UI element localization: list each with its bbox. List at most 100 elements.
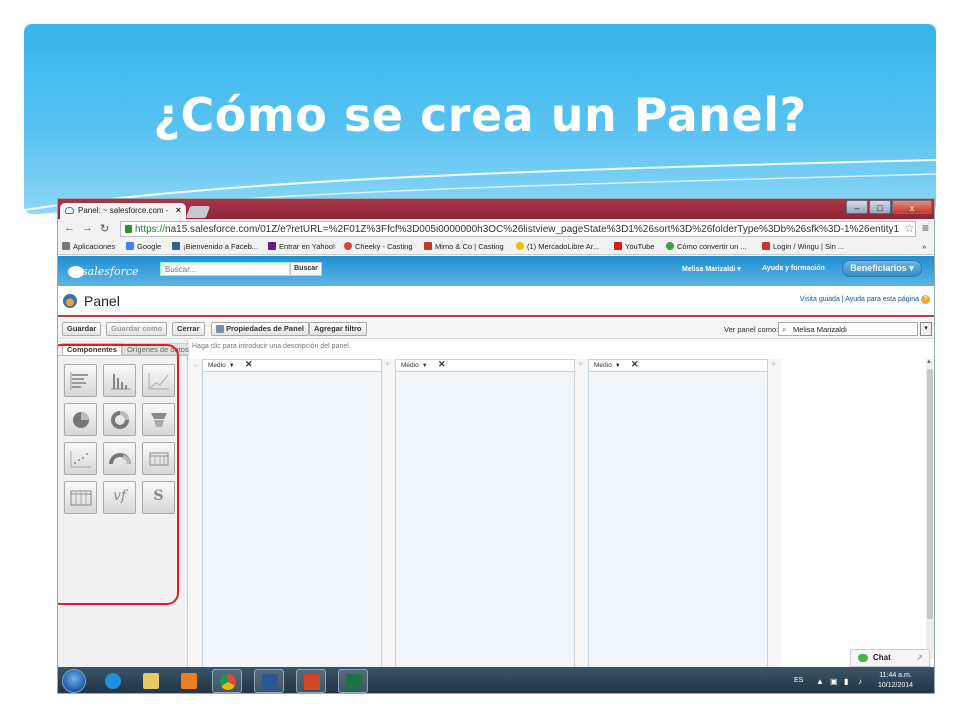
funnel-chart-tile[interactable] — [142, 403, 175, 436]
table-tile[interactable] — [64, 481, 97, 514]
help-training-link[interactable]: Ayuda y formación — [762, 265, 825, 272]
scroll-up-icon[interactable]: ▲ — [926, 359, 932, 365]
bookmark-item[interactable]: Aplicaciones — [62, 242, 115, 251]
chat-widget[interactable]: Chat ↗ — [850, 649, 930, 667]
taskbar-app-excel[interactable] — [338, 669, 368, 693]
taskbar-app-word[interactable] — [254, 669, 284, 693]
remove-column-icon[interactable]: ✕ — [245, 359, 253, 370]
caret-down-icon[interactable]: ▼ — [229, 363, 235, 369]
bookmark-item[interactable]: YouTube — [614, 242, 654, 251]
search-button[interactable]: Buscar — [290, 262, 322, 276]
flag-icon[interactable]: ▣ — [830, 677, 838, 686]
save-button[interactable]: Guardar — [62, 322, 102, 336]
close-window-button[interactable]: x — [892, 200, 932, 214]
network-icon[interactable]: ▮ — [844, 677, 848, 686]
page-help-links[interactable]: Visita guiada | Ayuda para esta página? — [800, 295, 930, 304]
slide-title-banner: ¿Cómo se crea un Panel? — [24, 24, 936, 214]
browser-tab[interactable]: Panel: ~ salesforce.com - × — [60, 203, 186, 219]
maximize-button[interactable]: □ — [869, 200, 891, 214]
bookmark-item[interactable]: Mimo & Co | Casting — [424, 242, 504, 251]
reload-icon[interactable]: ↻ — [100, 222, 109, 235]
new-tab-button[interactable] — [185, 206, 211, 218]
save-as-button[interactable]: Guardar como — [106, 322, 168, 336]
clock-time: 11:44 a.m. — [879, 672, 912, 679]
bookmarks-more[interactable]: » — [922, 242, 926, 251]
url-path: na15.salesforce.com/01Z/e?retURL=%2F01Z%… — [165, 224, 900, 235]
bookmark-item[interactable]: Cheeky - Casting — [344, 242, 413, 251]
search-icon: ⌕ — [782, 325, 787, 334]
column-gutter[interactable]: ← — [189, 359, 202, 669]
gauge-tile[interactable] — [103, 442, 136, 475]
visualforce-tile[interactable]: vf — [103, 481, 136, 514]
dashboard-column[interactable]: Medio ▼ ✕ — [395, 359, 575, 669]
bookmark-item[interactable]: Google — [126, 242, 161, 251]
vertical-scrollbar[interactable]: ▲ — [926, 359, 934, 659]
column-gutter[interactable]: + — [382, 359, 395, 669]
close-button[interactable]: Cerrar — [172, 322, 205, 336]
column-gutter[interactable]: + — [768, 359, 781, 669]
minimize-button[interactable]: – — [846, 200, 868, 214]
windows-taskbar: ES ▲ ▣ ▮ ♪ 11:44 a.m. 10/12/2014 — [58, 667, 934, 693]
taskbar-app-media-player[interactable] — [174, 669, 204, 693]
taskbar-app-powerpoint[interactable] — [296, 669, 326, 693]
bookmark-item[interactable]: (1) MercadoLibre Ar... — [516, 242, 599, 251]
expand-icon[interactable]: ↗ — [916, 653, 923, 662]
column-header: Medio ▼ ✕ — [203, 359, 381, 372]
dashboard-column[interactable]: Medio ▼ ✕ — [202, 359, 382, 669]
caret-down-icon[interactable]: ▼ — [422, 363, 428, 369]
help-icon[interactable]: ? — [921, 295, 930, 304]
word-icon — [262, 674, 278, 690]
scatter-chart-tile[interactable] — [64, 442, 97, 475]
column-width-select[interactable]: Medio — [594, 362, 612, 369]
language-indicator[interactable]: ES — [794, 677, 803, 684]
remove-column-icon[interactable]: ✕ — [631, 359, 639, 370]
donut-chart-tile[interactable] — [103, 403, 136, 436]
url-input[interactable]: https://na15.salesforce.com/01Z/e?retURL… — [120, 221, 916, 237]
pie-chart-tile[interactable] — [64, 403, 97, 436]
bookmark-star-icon[interactable]: ☆ — [904, 221, 915, 235]
visualforce-icon: vf — [112, 488, 127, 504]
column-width-select[interactable]: Medio — [401, 362, 419, 369]
vertical-bar-chart-tile[interactable] — [103, 364, 136, 397]
taskbar-app-file-explorer[interactable] — [136, 669, 166, 693]
tab-data-sources[interactable]: Orígenes de datos — [122, 343, 194, 355]
internet-explorer-icon — [105, 673, 121, 689]
back-arrow-icon[interactable]: ← — [64, 222, 75, 234]
column-gutter[interactable]: + — [575, 359, 588, 669]
tab-close-icon[interactable]: × — [176, 205, 181, 215]
metric-tile[interactable] — [142, 442, 175, 475]
column-width-select[interactable]: Medio — [208, 362, 226, 369]
system-clock[interactable]: 11:44 a.m. 10/12/2014 — [878, 671, 913, 691]
start-button[interactable] — [62, 669, 86, 693]
bookmark-item[interactable]: Login / Wingu | Sin ... — [762, 242, 844, 251]
search-input[interactable] — [160, 262, 290, 276]
description-placeholder[interactable]: Haga clic para introducir una descripció… — [192, 343, 351, 350]
app-menu-button[interactable]: Beneficiarios ▾ — [842, 260, 922, 277]
taskbar-app-chrome[interactable] — [212, 669, 242, 693]
chrome-menu-icon[interactable]: ≡ — [922, 221, 929, 235]
mercadolibre-icon — [516, 242, 524, 250]
bookmark-item[interactable]: ¡Bienvenido a Faceb... — [172, 242, 258, 251]
view-as-input[interactable]: ⌕ Melisa Marizaldi — [778, 322, 918, 336]
tab-components[interactable]: Componentes — [62, 343, 123, 355]
scroll-thumb[interactable] — [927, 369, 933, 619]
user-menu[interactable]: Melisa Marizaldi ▾ — [682, 265, 741, 273]
cheeky-icon — [344, 242, 352, 250]
forward-arrow-icon[interactable]: → — [82, 222, 93, 234]
dashboard-properties-button[interactable]: Propiedades de Panel — [211, 322, 309, 336]
bookmark-item[interactable]: Entrar en Yahoo! — [268, 242, 335, 251]
caret-down-icon[interactable]: ▼ — [615, 363, 621, 369]
dashboard-column[interactable]: Medio ▼ ✕ — [588, 359, 768, 669]
taskbar-app-internet-explorer[interactable] — [98, 669, 128, 693]
horizontal-bar-chart-tile[interactable] — [64, 364, 97, 397]
show-hidden-icons-icon[interactable]: ▲ — [816, 677, 824, 686]
remove-column-icon[interactable]: ✕ — [438, 359, 446, 370]
add-filter-button[interactable]: Agregar filtro — [309, 322, 367, 336]
line-chart-icon — [148, 373, 169, 390]
volume-icon[interactable]: ♪ — [858, 677, 862, 686]
s-control-tile[interactable]: S — [142, 481, 175, 514]
bookmark-item[interactable]: Cómo convertir un ... — [666, 242, 747, 251]
view-as-dropdown-button[interactable]: ▾ — [920, 322, 932, 336]
line-chart-tile[interactable] — [142, 364, 175, 397]
column-header: Medio ▼ ✕ — [589, 359, 767, 372]
